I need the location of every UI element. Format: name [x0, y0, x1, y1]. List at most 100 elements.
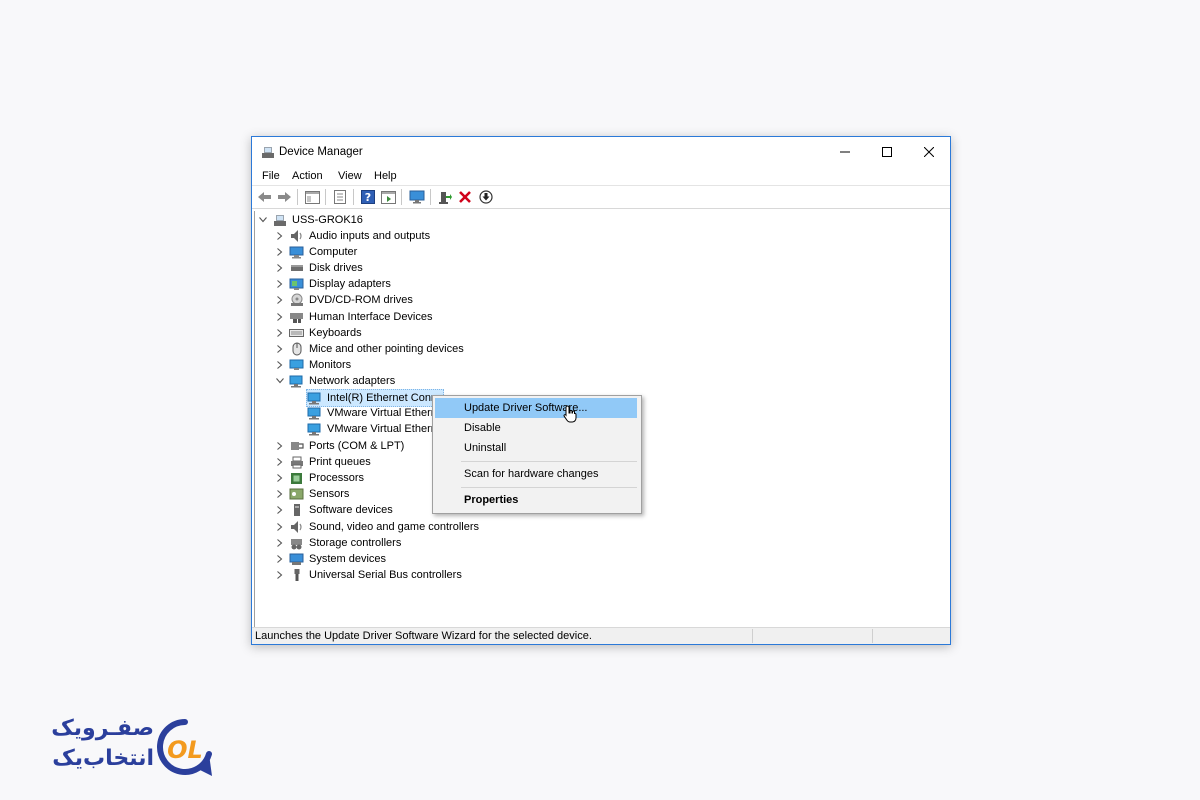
speaker-icon [289, 229, 304, 243]
tree-item-dvd-cd-rom-drives[interactable]: DVD/CD-ROM drives [275, 292, 413, 308]
tree-item-audio-inputs-and-outputs[interactable]: Audio inputs and outputs [275, 228, 430, 244]
tree-item-label: Sensors [309, 488, 350, 500]
chevron-right-icon[interactable] [275, 535, 285, 551]
tree-item-monitors[interactable]: Monitors [275, 357, 351, 373]
help-button[interactable]: ? [360, 189, 376, 205]
chevron-right-icon[interactable] [275, 519, 285, 535]
menu-view[interactable]: View [338, 170, 362, 182]
monitor-icon [289, 358, 304, 372]
device-manager-icon [262, 147, 274, 158]
tree-item-network-child[interactable]: VMware Virtual Ethern [307, 421, 437, 437]
properties-button[interactable] [332, 189, 348, 205]
chevron-right-icon[interactable] [275, 567, 285, 583]
back-button[interactable] [257, 189, 273, 205]
logo-text-line2: انتخاب‌یک [52, 746, 154, 771]
tree-item-processors[interactable]: Processors [275, 470, 364, 486]
tree-root[interactable]: USS-GROK16 [258, 212, 363, 228]
system-icon [289, 552, 304, 566]
minimize-button[interactable] [824, 137, 866, 167]
chevron-right-icon[interactable] [275, 244, 285, 260]
chevron-right-icon[interactable] [275, 486, 285, 502]
chevron-right-icon[interactable] [275, 260, 285, 276]
action-pane-button[interactable] [380, 189, 396, 205]
chevron-right-icon[interactable] [275, 309, 285, 325]
tree-item-label: Software devices [309, 504, 393, 516]
tree-item-display-adapters[interactable]: Display adapters [275, 276, 391, 292]
tree-item-label: Monitors [309, 359, 352, 371]
close-button[interactable] [908, 137, 950, 167]
menu-item-properties[interactable]: Properties [435, 490, 637, 510]
menu-help[interactable]: Help [374, 170, 397, 182]
tree-item-software-devices[interactable]: Software devices [275, 502, 393, 518]
minimize-icon [840, 151, 850, 153]
close-icon [924, 147, 934, 157]
enable-device-button[interactable] [478, 189, 494, 205]
tree-item-storage-controllers[interactable]: Storage controllers [275, 535, 401, 551]
chevron-right-icon[interactable] [275, 470, 285, 486]
action-icon [380, 190, 396, 204]
chevron-right-icon[interactable] [275, 325, 285, 341]
menu-item-scan-hardware[interactable]: Scan for hardware changes [435, 464, 637, 484]
menu-item-disable[interactable]: Disable [435, 418, 637, 438]
tree-item-label: Keyboards [309, 327, 362, 339]
tree-item-label: VMware Virtual Ethern [327, 407, 437, 419]
tree-item-sound-video-and-game-controllers[interactable]: Sound, video and game controllers [275, 519, 479, 535]
tree-item-label: Human Interface Devices [309, 311, 433, 323]
chevron-right-icon[interactable] [275, 341, 285, 357]
tree-item-system-devices[interactable]: System devices [275, 551, 386, 567]
tree-item-label: Sound, video and game controllers [309, 521, 479, 533]
tree-item-keyboards[interactable]: Keyboards [275, 325, 362, 341]
forward-button[interactable] [276, 189, 292, 205]
chevron-right-icon[interactable] [275, 276, 285, 292]
uninstall-device-button[interactable] [457, 189, 473, 205]
tree-item-universal-serial-bus-controllers[interactable]: Universal Serial Bus controllers [275, 567, 462, 583]
maximize-icon [882, 147, 892, 157]
chevron-down-icon[interactable] [258, 212, 268, 228]
monitor-icon [409, 190, 425, 204]
toolbar: ? [252, 185, 950, 209]
toolbar-separator [401, 189, 402, 205]
tree-item-label: Processors [309, 472, 365, 484]
tree-item-print-queues[interactable]: Print queues [275, 454, 371, 470]
tree-item-sensors[interactable]: Sensors [275, 486, 349, 502]
title-bar[interactable]: Device Manager [252, 137, 950, 167]
chevron-right-icon[interactable] [275, 551, 285, 567]
storage-icon [289, 536, 304, 550]
tree-item-human-interface-devices[interactable]: Human Interface Devices [275, 309, 433, 325]
menu-item-label: Uninstall [464, 442, 507, 454]
logo-text-line1: صفـرویک [51, 716, 154, 741]
port-icon [289, 439, 304, 453]
network-adapter-icon [289, 374, 304, 388]
scan-hardware-button[interactable] [409, 189, 425, 205]
menu-item-update-driver[interactable]: Update Driver Software... [435, 398, 637, 418]
tree-item-computer[interactable]: Computer [275, 244, 357, 260]
update-driver-button[interactable] [437, 189, 453, 205]
menu-item-uninstall[interactable]: Uninstall [435, 438, 637, 458]
menu-action[interactable]: Action [292, 170, 323, 182]
menu-separator [461, 487, 637, 488]
menu-file[interactable]: File [262, 170, 280, 182]
toolbar-separator [325, 189, 326, 205]
tree-item-disk-drives[interactable]: Disk drives [275, 260, 363, 276]
tree-item-ports-com-lpt[interactable]: Ports (COM & LPT) [275, 438, 404, 454]
chevron-right-icon[interactable] [275, 292, 285, 308]
tree-item-label: System devices [309, 553, 387, 565]
software-device-icon [289, 503, 304, 517]
help-icon: ? [361, 190, 375, 204]
tree-item-network-child[interactable]: VMware Virtual Ethern [307, 405, 437, 421]
tree-item-label: Network adapters [309, 375, 396, 387]
chevron-down-icon[interactable] [275, 373, 285, 389]
chevron-right-icon[interactable] [275, 438, 285, 454]
tree-item-mice-and-other-pointing-devices[interactable]: Mice and other pointing devices [275, 341, 464, 357]
toolbar-separator [430, 189, 431, 205]
chevron-right-icon[interactable] [275, 357, 285, 373]
maximize-button[interactable] [866, 137, 908, 167]
chevron-right-icon[interactable] [275, 228, 285, 244]
sensor-icon [289, 487, 304, 501]
tree-item-label: Mice and other pointing devices [309, 343, 464, 355]
show-hide-console-tree-button[interactable] [304, 189, 320, 205]
tree-item-network-adapters[interactable]: Network adapters [275, 373, 395, 389]
chevron-right-icon[interactable] [275, 454, 285, 470]
chevron-right-icon[interactable] [275, 502, 285, 518]
menu-item-label: Scan for hardware changes [464, 468, 599, 480]
